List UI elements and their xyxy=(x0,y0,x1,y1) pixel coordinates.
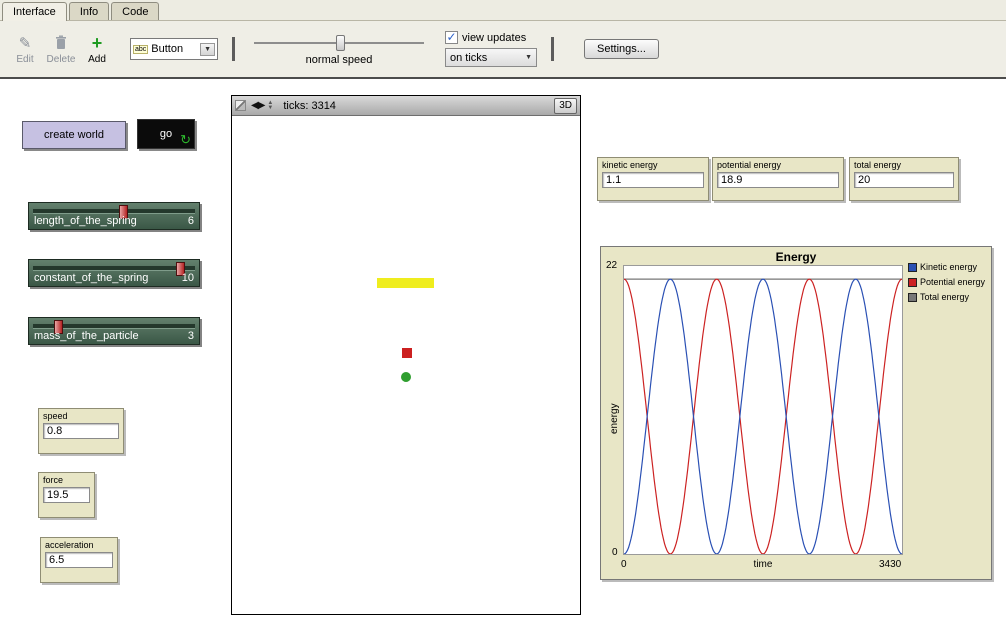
slider-length-of-the-spring[interactable]: length_of_the_spring 6 xyxy=(28,202,200,230)
series-line xyxy=(624,279,902,554)
interface-workspace: create world go ↻ length_of_the_spring 6… xyxy=(0,79,1006,621)
legend-swatch xyxy=(908,263,917,272)
widget-type-chooser[interactable]: abc Button ▼ xyxy=(130,38,218,60)
update-mode-dropdown[interactable]: on ticks ▼ xyxy=(445,48,537,67)
monitor-label: force xyxy=(43,475,90,485)
legend-swatch xyxy=(908,278,917,287)
green-dot-particle xyxy=(401,372,411,382)
speed-slider-block: normal speed xyxy=(249,33,429,66)
monitor-speed: speed 0.8 xyxy=(38,408,124,454)
view-updates-block: ✓ view updates on ticks ▼ xyxy=(445,31,537,67)
plot-canvas xyxy=(624,266,902,554)
slider-track xyxy=(33,209,195,214)
monitor-value: 19.5 xyxy=(43,487,90,503)
monitor-label: total energy xyxy=(854,160,954,170)
world-view-header: ◀▶ ▲▼ ticks: 3314 3D xyxy=(232,96,580,116)
speed-slider-label: normal speed xyxy=(306,54,373,66)
legend-label: Potential energy xyxy=(920,277,985,287)
view-size-spinner-icon[interactable]: ▲▼ xyxy=(267,101,273,111)
update-mode-value: on ticks xyxy=(450,52,487,64)
monitor-value: 18.9 xyxy=(717,172,839,188)
slider-value: 6 xyxy=(188,215,194,227)
toolbar: ✎ Edit Delete + Add abc Button ▼ normal … xyxy=(0,21,1006,79)
legend-item: Potential energy xyxy=(908,277,985,287)
abc-icon: abc xyxy=(133,45,148,54)
y-axis-max-label: 22 xyxy=(606,260,617,271)
world-view: ◀▶ ▲▼ ticks: 3314 3D xyxy=(231,95,581,615)
legend-label: Total energy xyxy=(920,292,969,302)
monitor-value: 1.1 xyxy=(602,172,704,188)
legend-swatch xyxy=(908,293,917,302)
chevron-down-icon: ▼ xyxy=(200,43,215,56)
forever-icon: ↻ xyxy=(180,132,191,148)
edit-button[interactable]: ✎ Edit xyxy=(8,26,42,72)
go-button-label: go xyxy=(160,128,172,140)
add-button-label: Add xyxy=(88,54,106,65)
slider-value: 10 xyxy=(182,272,194,284)
tab-interface[interactable]: Interface xyxy=(2,2,67,21)
view-updates-checkbox[interactable]: ✓ xyxy=(445,31,458,44)
slider-label: length_of_the_spring xyxy=(34,215,137,227)
monitor-label: speed xyxy=(43,411,119,421)
speed-arrows-icon[interactable]: ◀▶ xyxy=(251,100,264,111)
trash-icon xyxy=(55,34,67,52)
toolbar-separator xyxy=(551,37,554,61)
netlogo-window: Interface Info Code ✎ Edit Delete + Add … xyxy=(0,0,1006,623)
edit-pencil-icon: ✎ xyxy=(19,34,32,52)
energy-plot: Energy 22 0 energy 0 time 3430 Kinetic e… xyxy=(600,246,992,580)
y-axis-min-label: 0 xyxy=(612,547,618,558)
monitor-value: 0.8 xyxy=(43,423,119,439)
monitor-force: force 19.5 xyxy=(38,472,95,518)
monitor-label: acceleration xyxy=(45,540,113,550)
legend-item: Kinetic energy xyxy=(908,262,985,272)
go-button[interactable]: go ↻ xyxy=(137,119,195,149)
slider-label: constant_of_the_spring xyxy=(34,272,148,284)
x-axis-title: time xyxy=(623,559,903,570)
view-resize-icon[interactable] xyxy=(235,100,246,111)
yellow-anchor-bar xyxy=(377,278,434,288)
plus-icon: + xyxy=(92,34,103,52)
series-line xyxy=(624,279,902,554)
monitor-acceleration: acceleration 6.5 xyxy=(40,537,118,583)
view-updates-label: view updates xyxy=(462,32,526,44)
create-world-button[interactable]: create world xyxy=(22,121,126,149)
monitor-value: 6.5 xyxy=(45,552,113,568)
edit-button-label: Edit xyxy=(16,54,33,65)
chevron-down-icon: ▼ xyxy=(525,54,532,61)
monitor-value: 20 xyxy=(854,172,954,188)
monitor-label: potential energy xyxy=(717,160,839,170)
monitor-total-energy: total energy 20 xyxy=(849,157,959,201)
tab-info[interactable]: Info xyxy=(69,2,109,20)
slider-label: mass_of_the_particle xyxy=(34,330,139,342)
slider-value: 3 xyxy=(188,330,194,342)
delete-button-label: Delete xyxy=(47,54,76,65)
widget-type-value: Button xyxy=(151,43,200,55)
legend-item: Total energy xyxy=(908,292,985,302)
tab-bar: Interface Info Code xyxy=(0,0,1006,21)
y-axis-title: energy xyxy=(609,403,620,434)
world-canvas[interactable] xyxy=(232,116,580,613)
monitor-kinetic-energy: kinetic energy 1.1 xyxy=(597,157,709,201)
legend-label: Kinetic energy xyxy=(920,262,977,272)
add-widget-button[interactable]: + Add xyxy=(80,26,114,72)
x-axis-max-label: 3430 xyxy=(879,559,901,570)
settings-button[interactable]: Settings... xyxy=(584,39,659,59)
toolbar-separator xyxy=(232,37,235,61)
monitor-label: kinetic energy xyxy=(602,160,704,170)
slider-mass-of-the-particle[interactable]: mass_of_the_particle 3 xyxy=(28,317,200,345)
monitor-potential-energy: potential energy 18.9 xyxy=(712,157,844,201)
ticks-counter: ticks: 3314 xyxy=(283,100,336,112)
view-3d-button[interactable]: 3D xyxy=(554,98,577,114)
speed-slider-thumb[interactable] xyxy=(336,35,345,51)
red-square-particle xyxy=(402,348,412,358)
speed-slider[interactable] xyxy=(254,33,424,53)
tab-code[interactable]: Code xyxy=(111,2,159,20)
delete-button[interactable]: Delete xyxy=(44,26,78,72)
plot-area xyxy=(623,265,903,555)
slider-track xyxy=(33,266,195,271)
slider-constant-of-the-spring[interactable]: constant_of_the_spring 10 xyxy=(28,259,200,287)
plot-legend: Kinetic energy Potential energy Total ener… xyxy=(908,262,985,307)
